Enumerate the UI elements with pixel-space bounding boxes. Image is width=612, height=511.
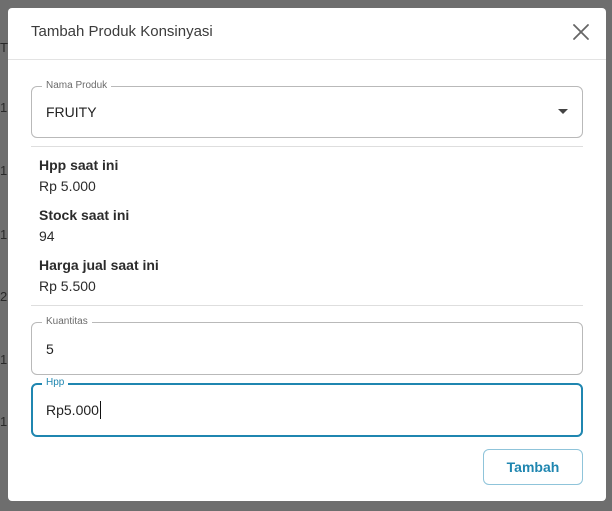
backdrop-text: 1	[0, 414, 8, 429]
backdrop-text: 1	[0, 352, 8, 367]
divider	[31, 146, 583, 147]
backdrop-text: 1	[0, 100, 8, 115]
stock-current-label: Stock saat ini	[39, 207, 130, 223]
hpp-current-label: Hpp saat ini	[39, 157, 119, 173]
hpp-input-value-wrap: Rp5.000	[46, 385, 101, 435]
price-current-value: Rp 5.500	[39, 278, 96, 294]
close-icon	[573, 24, 589, 40]
divider	[31, 305, 583, 306]
product-select-value: FRUITY	[46, 104, 97, 120]
hpp-input-value: Rp5.000	[46, 402, 99, 418]
text-caret	[99, 401, 101, 419]
product-select[interactable]: Nama Produk FRUITY	[31, 80, 583, 138]
dialog-title: Tambah Produk Konsinyasi	[31, 23, 213, 40]
backdrop-text: 1	[0, 163, 8, 178]
quantity-input[interactable]: Kuantitas 5	[31, 316, 583, 375]
dialog-header: Tambah Produk Konsinyasi	[8, 8, 606, 60]
close-button[interactable]	[570, 21, 592, 43]
stock-current-value: 94	[39, 228, 55, 244]
hpp-current-value: Rp 5.000	[39, 178, 96, 194]
add-consignment-product-dialog: Tambah Produk Konsinyasi Nama Produk FRU…	[8, 8, 606, 501]
add-button[interactable]: Tambah	[483, 449, 583, 485]
backdrop-text: 1	[0, 227, 8, 242]
hpp-input[interactable]: Hpp Rp5.000	[31, 377, 583, 437]
backdrop-text: 2	[0, 289, 8, 304]
price-current-label: Harga jual saat ini	[39, 257, 159, 273]
quantity-input-value: 5	[46, 340, 54, 357]
caret-down-icon[interactable]	[558, 109, 568, 114]
backdrop-text: T	[0, 40, 8, 55]
